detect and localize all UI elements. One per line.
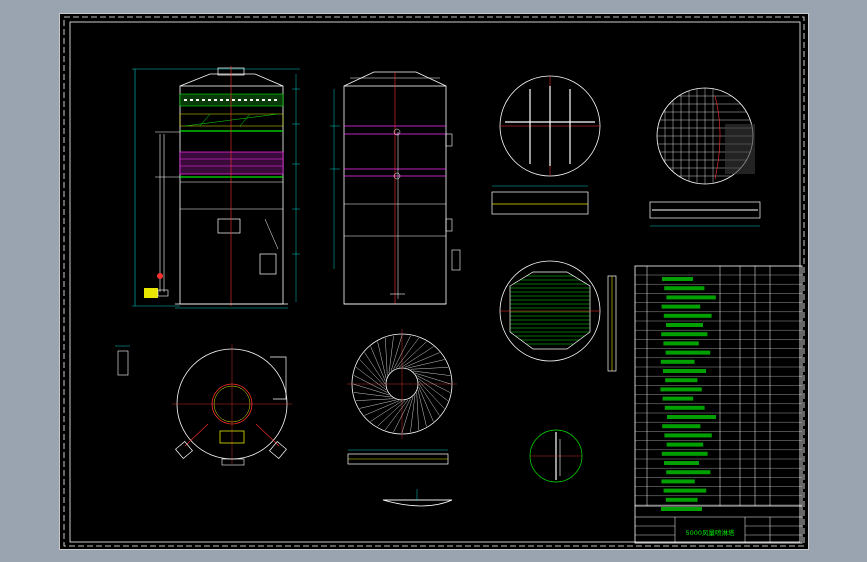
parts-row-text-glyphs [661,507,702,511]
parts-row-text-glyphs [666,442,704,447]
parts-row-text-glyphs [661,332,708,337]
swirl-vane [404,352,440,368]
parts-row-text-glyphs [661,479,695,484]
parts-row-text-glyphs [665,497,698,502]
tower-plan-view [115,344,292,466]
swirl-vane [398,341,427,368]
swirl-vane [353,392,392,398]
parts-row-text-glyphs [664,461,699,465]
parts-row-text-glyphs [660,387,702,392]
packing-plate-plan [499,260,617,372]
parts-row-text-glyphs [665,378,698,383]
tower-side-view [330,71,461,305]
parts-row-text-glyphs [664,405,705,410]
swirl-vane [359,359,386,388]
tower-front-view [132,66,300,309]
parts-row-text-glyphs [666,470,711,475]
outer-frame [63,16,805,547]
title-block-name: 5000风量喷淋塔 [685,528,735,537]
swirl-vane [418,386,434,422]
parts-row-text-glyphs [666,295,716,300]
parts-row-text-glyphs [662,396,694,401]
swirl-vane [416,392,419,431]
parts-row-text-glyphs [665,350,711,355]
swirl-vane [355,398,394,401]
swirl-vane [370,346,386,382]
spray-header-plan [491,75,601,215]
parts-row-text-glyphs [663,341,699,346]
parts-row-text-glyphs [661,451,708,456]
swirl-vane [364,400,400,416]
swirl-vane [414,372,452,385]
parts-row-text-glyphs [660,359,695,364]
parts-row-text-glyphs [661,304,701,309]
mesh-plate-plan [649,87,761,227]
parts-row-text-glyphs [663,369,706,373]
cad-viewport[interactable]: 5000风量喷淋塔 [59,13,809,550]
parts-row-text-glyphs [662,277,693,281]
swirl-vane [352,383,390,396]
parts-row-text-glyphs [662,424,701,429]
swirl-vane [418,380,445,409]
cad-drawing-canvas[interactable]: 5000风量喷淋塔 [60,14,810,551]
swirl-vane [388,335,394,374]
swirl-vane [410,394,416,433]
swirl-vane [410,367,449,370]
swirl-vane [412,370,451,376]
parts-row-text-glyphs [667,415,716,419]
parts-row-text-glyphs [663,488,707,493]
swirl-vane [390,334,403,372]
swirl-vane [385,337,388,376]
swirl-vane [377,400,406,427]
parts-row-text-glyphs [664,286,705,291]
swirl-vane [401,396,414,434]
parts-row-text-glyphs [666,323,703,327]
swirl-plate-plan[interactable] [347,329,457,507]
detail-circle [529,429,583,483]
parts-row-text-glyphs [664,433,712,438]
parts-list-table[interactable]: 5000风量喷淋塔 [634,265,803,544]
parts-row-text-glyphs [663,313,712,318]
